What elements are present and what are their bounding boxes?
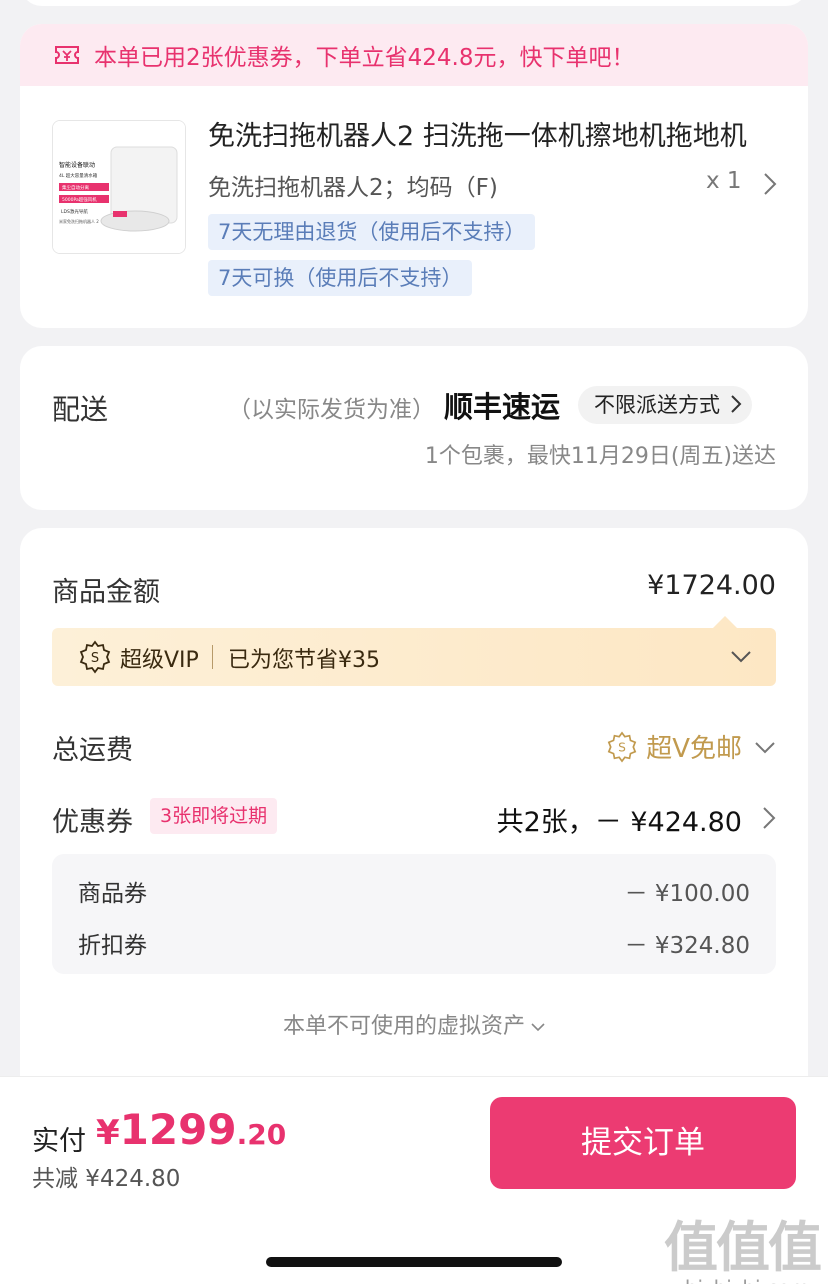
chevron-right-icon[interactable] xyxy=(762,806,776,830)
coupon-expiring-badge: 3张即将过期 xyxy=(150,798,278,834)
shipping-free-text: 超V免邮 xyxy=(646,734,742,764)
svg-text:S: S xyxy=(618,740,626,754)
coupon-ticket-icon xyxy=(55,46,79,64)
pay-currency: ¥ xyxy=(96,1113,120,1153)
shipping-free-button[interactable]: S 超V免邮 xyxy=(606,728,776,765)
svg-text:S: S xyxy=(91,651,99,666)
vip-badge-icon: S xyxy=(607,730,637,763)
site-watermark: 值值值 zhizhizhi.com xyxy=(664,1203,822,1284)
coupon-label: 优惠券 xyxy=(52,807,133,838)
coupon-item-label: 商品券 xyxy=(78,881,147,907)
coupon-total[interactable]: 共2张，－ ¥424.80 xyxy=(497,800,742,839)
delivery-eta: 1个包裹，最快11月29日(周五)送达 xyxy=(424,444,776,469)
previous-card-edge xyxy=(20,0,808,6)
coupon-banner-text: 本单已用2张优惠券，下单立省424.8元，快下单吧！ xyxy=(94,45,635,71)
delivery-method-label: 不限派送方式 xyxy=(594,393,720,417)
virtual-assets-text: 本单不可使用的虚拟资产 xyxy=(282,1014,525,1039)
coupon-item-label: 折扣券 xyxy=(78,933,147,959)
watermark-url: zhizhizhi.com xyxy=(664,1276,820,1284)
chevron-down-icon xyxy=(531,1023,545,1032)
pay-integer: 1299 xyxy=(119,1105,237,1154)
coupon-item-value: － ¥324.80 xyxy=(624,933,750,959)
thumb-line: 集尘自动分离 xyxy=(62,184,89,191)
total-saved: 共减 ¥424.80 xyxy=(32,1166,181,1192)
shipping-label: 总运费 xyxy=(52,735,133,766)
delivery-method-button[interactable]: 不限派送方式 xyxy=(578,386,752,424)
pay-amount: ¥1299.20 xyxy=(96,1105,286,1154)
product-title[interactable]: 免洗扫拖机器人2 扫洗拖一体机擦地机拖地机 xyxy=(208,114,778,153)
product-quantity: x 1 xyxy=(706,168,742,194)
vip-savings-bar[interactable]: S 超级VIP 已为您节省¥35 xyxy=(52,628,776,686)
home-indicator[interactable] xyxy=(266,1257,562,1267)
thumb-line: 5000Pa超强风机 xyxy=(62,196,97,203)
checkout-bar: 实付 ¥1299.20 共减 ¥424.80 提交订单 值值值 zhizhizh… xyxy=(0,1076,828,1284)
coupon-breakdown: 商品券 － ¥100.00 折扣券 － ¥324.80 xyxy=(52,854,776,974)
delivery-card: 配送 （以实际发货为准） 顺丰速运 不限派送方式 1个包裹，最快11月29日(周… xyxy=(20,346,808,510)
submit-order-button[interactable]: 提交订单 xyxy=(490,1097,796,1189)
goods-amount-value: ¥1724.00 xyxy=(647,570,776,601)
price-summary-card: 商品金额 ¥1724.00 S 超级VIP 已为您节省¥35 总运费 S 超V免… xyxy=(20,528,808,1076)
product-thumbnail[interactable]: 智能设备联动 4L 超大容量清水箱 集尘自动分离 5000Pa超强风机 LDS激… xyxy=(52,120,186,254)
chevron-right-icon[interactable] xyxy=(762,172,778,196)
product-card: 本单已用2张优惠券，下单立省424.8元，快下单吧！ 智能设备联动 4L 超大容… xyxy=(20,24,808,328)
robot-vacuum-image: 智能设备联动 4L 超大容量清水箱 集尘自动分离 5000Pa超强风机 LDS激… xyxy=(53,121,185,253)
pay-label: 实付 xyxy=(32,1126,86,1157)
thumb-line: LDS激光导航 xyxy=(61,208,88,215)
delivery-label: 配送 xyxy=(52,393,109,426)
chevron-right-icon xyxy=(731,395,742,413)
chevron-down-icon xyxy=(755,741,775,753)
product-spec: 免洗扫拖机器人2；均码（F) xyxy=(208,175,498,201)
virtual-assets-toggle[interactable]: 本单不可使用的虚拟资产 xyxy=(20,1008,808,1040)
delivery-carrier: 顺丰速运 xyxy=(444,390,561,424)
pay-decimal: .20 xyxy=(236,1118,287,1151)
vip-divider xyxy=(212,645,213,669)
coupon-item-value: － ¥100.00 xyxy=(624,881,750,907)
product-row[interactable]: 智能设备联动 4L 超大容量清水箱 集尘自动分离 5000Pa超强风机 LDS激… xyxy=(20,86,808,328)
vip-title: 超级VIP xyxy=(120,648,199,673)
thumb-line: 4L 超大容量清水箱 xyxy=(59,172,98,179)
thumb-line: 智能设备联动 xyxy=(59,161,95,169)
goods-amount-label: 商品金额 xyxy=(52,577,160,608)
delivery-note: （以实际发货为准） xyxy=(228,397,435,423)
coupon-savings-banner: 本单已用2张优惠券，下单立省424.8元，快下单吧！ xyxy=(20,24,808,86)
exchange-policy-tag: 7天可换（使用后不支持） xyxy=(208,260,473,296)
watermark-logo: 值值值 xyxy=(664,1216,822,1279)
return-policy-tag: 7天无理由退货（使用后不支持） xyxy=(208,214,536,250)
chevron-down-icon xyxy=(731,651,751,663)
thumb-line: 米家免洗扫拖机器人 2 xyxy=(59,218,99,224)
vip-saved-text: 已为您节省¥35 xyxy=(228,648,380,673)
vip-badge-icon: S xyxy=(79,640,111,674)
